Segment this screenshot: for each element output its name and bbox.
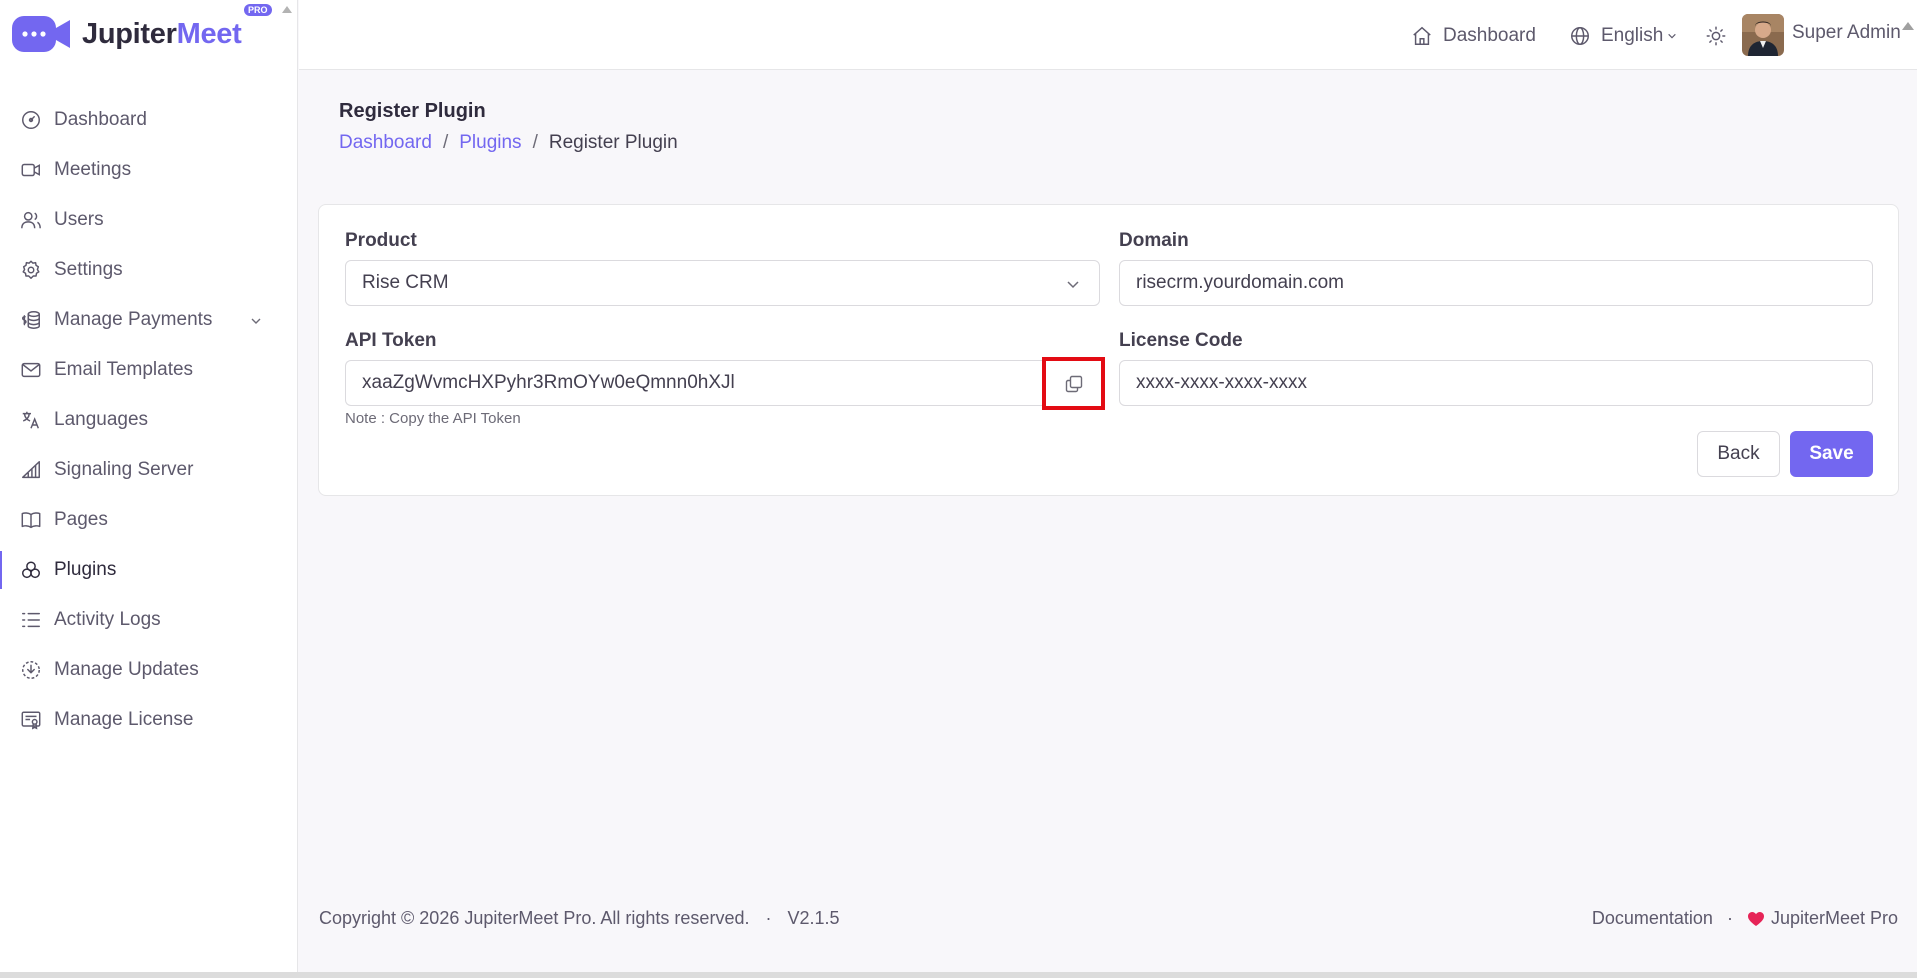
sidebar-item-label: Activity Logs	[54, 609, 161, 630]
sidebar-item-signaling-server[interactable]: Signaling Server	[0, 445, 298, 495]
footer-right: Documentation · JupiterMeet Pro	[1592, 908, 1898, 929]
sidebar-item-settings[interactable]: Settings	[0, 245, 298, 295]
sidebar-item-label: Dashboard	[54, 109, 147, 130]
topbar-dashboard-link[interactable]: Dashboard	[1411, 22, 1536, 50]
save-button[interactable]: Save	[1790, 431, 1873, 477]
copy-token-button[interactable]	[1042, 357, 1105, 410]
language-label: English	[1601, 25, 1664, 46]
sidebar-item-label: Languages	[54, 409, 149, 430]
license-code-placeholder: xxxx-xxxx-xxxx-xxxx	[1136, 372, 1307, 393]
sidebar-item-dashboard[interactable]: Dashboard	[0, 95, 298, 145]
list-icon	[22, 612, 40, 628]
chevron-down-icon	[251, 318, 261, 324]
home-icon	[1413, 26, 1431, 45]
product-select-value: Rise CRM	[362, 272, 449, 293]
topbar-dashboard-label: Dashboard	[1443, 25, 1536, 46]
user-name[interactable]: Super Admin	[1792, 22, 1901, 44]
api-token-label: API Token	[345, 330, 437, 351]
video-camera-logo-icon	[12, 16, 70, 52]
back-button[interactable]: Back	[1697, 431, 1780, 477]
sidebar-item-label: Email Templates	[54, 359, 194, 380]
language-icon	[22, 411, 40, 429]
breadcrumb-dashboard[interactable]: Dashboard	[339, 132, 432, 154]
domain-input[interactable]: risecrm.yourdomain.com	[1119, 260, 1873, 306]
version-text: V2.1.5	[787, 908, 840, 928]
sidebar-item-label: Manage License	[54, 709, 194, 730]
user-avatar-image	[1742, 14, 1784, 56]
dashboard-icon	[22, 111, 40, 129]
sidebar-scroll-up[interactable]	[282, 6, 292, 13]
update-icon	[22, 661, 40, 679]
copy-icon	[1065, 375, 1082, 392]
domain-input-value: risecrm.yourdomain.com	[1136, 272, 1344, 293]
copyright-text: Copyright © 2026 JupiterMeet Pro. All ri…	[319, 908, 750, 928]
product-select[interactable]: Rise CRM	[345, 260, 1100, 306]
breadcrumb-current: Register Plugin	[548, 132, 678, 153]
chevron-down-icon	[1067, 281, 1079, 289]
sidebar-menu: Dashboard Meetings Users Settings Manage…	[0, 95, 298, 745]
api-token-value: xaaZgWvmcHXPyhr3RmOYw0eQmnn0hXJl	[362, 372, 735, 393]
sidebar-item-label: Pages	[54, 509, 108, 530]
register-plugin-card	[318, 204, 1899, 496]
breadcrumb-plugins[interactable]: Plugins	[459, 132, 521, 154]
app-name-part2: Meet	[176, 17, 242, 50]
documentation-link[interactable]: Documentation	[1592, 908, 1713, 929]
avatar[interactable]	[1742, 14, 1784, 56]
heart-icon	[1747, 911, 1764, 926]
api-token-input[interactable]: xaaZgWvmcHXPyhr3RmOYw0eQmnn0hXJl	[345, 360, 1045, 406]
payments-icon	[22, 311, 40, 329]
page-scroll-up[interactable]	[1902, 22, 1914, 30]
users-icon	[21, 211, 41, 229]
sun-icon	[1706, 26, 1726, 46]
breadcrumb: Dashboard / Plugins / Register Plugin	[339, 132, 678, 154]
sidebar-item-manage-license[interactable]: Manage License	[0, 695, 298, 745]
footer-separator: ·	[765, 908, 772, 928]
sidebar-item-label: Manage Payments	[54, 309, 213, 330]
sidebar-item-label: Plugins	[54, 559, 117, 580]
gear-icon	[22, 260, 40, 279]
topbar: Dashboard English Super Admin	[299, 0, 1917, 70]
pro-badge: PRO	[244, 4, 272, 16]
sidebar-item-label: Settings	[54, 259, 123, 280]
breadcrumb-separator: /	[442, 132, 449, 153]
license-code-label: License Code	[1119, 330, 1243, 351]
book-icon	[21, 512, 41, 529]
product-label: Product	[345, 230, 417, 251]
sidebar-item-activity-logs[interactable]: Activity Logs	[0, 595, 298, 645]
horizontal-scrollbar[interactable]	[0, 972, 1917, 978]
sidebar-item-manage-payments[interactable]: Manage Payments	[0, 295, 298, 345]
api-token-note: Note : Copy the API Token	[345, 410, 521, 427]
license-icon	[21, 711, 41, 730]
sidebar-item-meetings[interactable]: Meetings	[0, 145, 298, 195]
sidebar-item-users[interactable]: Users	[0, 195, 298, 245]
video-icon	[21, 163, 40, 177]
footer-left: Copyright © 2026 JupiterMeet Pro. All ri…	[319, 908, 840, 929]
sidebar-item-manage-updates[interactable]: Manage Updates	[0, 645, 298, 695]
language-selector[interactable]: English	[1569, 22, 1677, 50]
mail-icon	[21, 362, 41, 378]
sidebar-item-plugins[interactable]: Plugins	[0, 545, 298, 595]
sidebar-item-label: Signaling Server	[54, 459, 194, 480]
theme-toggle[interactable]	[1705, 22, 1727, 50]
chevron-down-icon	[1668, 33, 1677, 39]
app-name-part1: Jupiter	[82, 17, 177, 50]
app-logo[interactable]: JupiterMeet	[10, 12, 242, 56]
sidebar: JupiterMeet PRO Dashboard Meetings Users…	[0, 0, 298, 978]
sidebar-item-label: Manage Updates	[54, 659, 199, 680]
globe-icon	[1571, 27, 1589, 45]
sidebar-item-pages[interactable]: Pages	[0, 495, 298, 545]
sidebar-item-label: Meetings	[54, 159, 132, 180]
footer-separator: ·	[1726, 908, 1733, 928]
page-title: Register Plugin	[339, 100, 486, 122]
sidebar-item-email-templates[interactable]: Email Templates	[0, 345, 298, 395]
signal-icon	[22, 461, 40, 479]
plugins-icon	[22, 561, 40, 579]
breadcrumb-separator: /	[532, 132, 538, 153]
brand-link[interactable]: JupiterMeet Pro	[1771, 908, 1898, 929]
app-name: JupiterMeet	[82, 17, 242, 51]
domain-label: Domain	[1119, 230, 1189, 251]
sidebar-item-label: Users	[54, 209, 104, 230]
license-code-input[interactable]: xxxx-xxxx-xxxx-xxxx	[1119, 360, 1873, 406]
sidebar-item-languages[interactable]: Languages	[0, 395, 298, 445]
